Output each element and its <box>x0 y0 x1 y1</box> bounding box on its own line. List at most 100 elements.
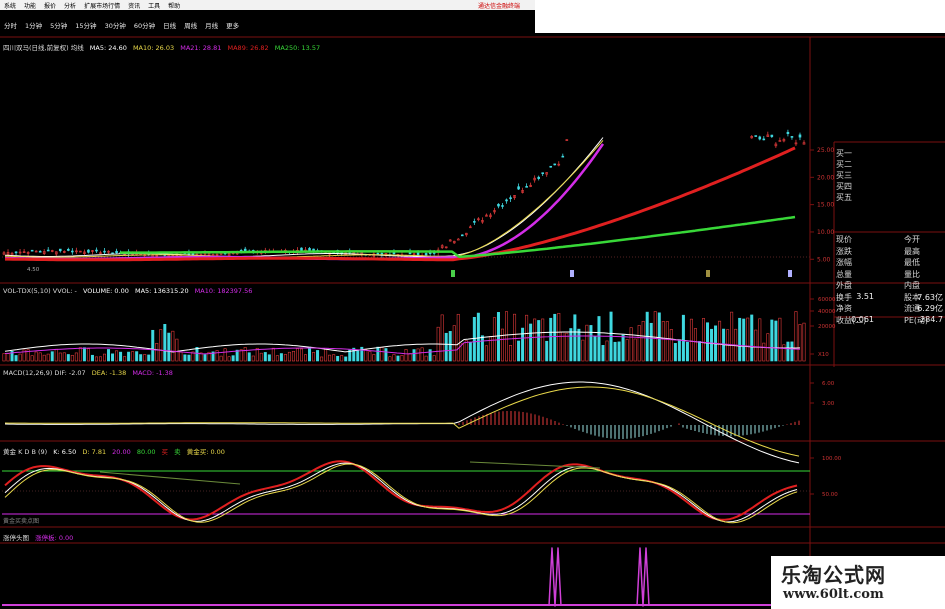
quote-value: 284.7 <box>920 314 943 324</box>
volume-bar <box>565 332 569 362</box>
volume-bar <box>706 322 710 362</box>
volume-bar <box>38 352 42 362</box>
volume-bar <box>46 353 50 362</box>
volume-bar <box>111 353 115 362</box>
candle-body <box>71 250 74 253</box>
volume-bar <box>718 320 722 362</box>
volume-bar <box>275 355 279 362</box>
volume-bar <box>444 332 448 362</box>
volume-bar <box>581 339 585 362</box>
quote-label: 今开 <box>904 235 920 244</box>
candle-body <box>58 248 62 252</box>
volume-bar <box>553 313 557 362</box>
candle-body <box>798 134 802 138</box>
volume-bar <box>689 318 693 362</box>
volume-bar <box>653 311 657 362</box>
volume-bar <box>287 351 291 362</box>
kdj-bottom-label: 黄金买卖点图 <box>3 518 40 525</box>
quote-label: 总量 <box>836 269 852 279</box>
volume-bar <box>770 319 774 362</box>
volume-bar <box>641 321 645 362</box>
volume-bar <box>693 328 697 362</box>
candle-body <box>14 251 18 254</box>
candle-body <box>87 249 90 253</box>
quote-label: 量比 <box>904 269 920 279</box>
volume-bar <box>730 311 734 362</box>
signal-title: 涨停头图 <box>3 534 29 542</box>
quote-value: 7.63亿 <box>917 292 943 302</box>
volume-bar <box>742 318 746 362</box>
volume-bar <box>472 316 476 362</box>
candle-body <box>460 234 464 237</box>
volume-bar <box>344 356 348 362</box>
volume-bar <box>625 339 629 362</box>
candle-body <box>456 238 460 241</box>
kdj-d-line <box>4 462 798 523</box>
volume-bar <box>621 334 625 362</box>
watermark: 乐淘公式网 www.60lt.com <box>771 556 945 609</box>
macd-axis-label: 3.00 <box>822 401 835 407</box>
event-marker <box>451 270 455 277</box>
quote-value: 6.29亿 <box>917 304 943 313</box>
volume-bar <box>633 338 637 362</box>
volume-bar <box>480 335 484 362</box>
volume-bar <box>545 340 549 362</box>
volume-bar <box>187 354 191 362</box>
price-axis-label: 25.00 <box>817 147 834 154</box>
volume-bar <box>243 347 247 362</box>
signal-spike <box>548 547 562 607</box>
volume-bar <box>802 322 806 362</box>
volume-bar <box>324 348 328 362</box>
volume-bar <box>665 321 669 362</box>
volume-bar <box>517 340 521 362</box>
volume-bar <box>416 348 420 362</box>
volume-bar <box>701 318 705 362</box>
candle-body <box>300 247 303 251</box>
vol-ma5: MA5: 136315.20 <box>134 287 189 295</box>
volume-bar <box>794 311 798 362</box>
volume-bar <box>30 355 34 362</box>
volume-bar <box>549 317 553 362</box>
volume-bar <box>613 341 617 362</box>
volume-bar <box>171 330 175 362</box>
volume-bar <box>428 349 432 362</box>
candle-body <box>376 253 380 255</box>
kdj-d: D: 7.81 <box>82 448 107 456</box>
volume-bar <box>400 354 404 362</box>
volume-bar <box>320 356 324 362</box>
volume-bar <box>424 355 428 362</box>
volume-bar <box>758 318 762 362</box>
candle-body <box>758 136 762 140</box>
volume-bar <box>448 331 452 362</box>
volume-bar <box>420 347 424 362</box>
volume-bar <box>617 341 621 362</box>
volume-bar <box>798 324 802 362</box>
volume-bar <box>677 339 681 362</box>
volume-bar <box>681 314 685 362</box>
volume-bar <box>657 312 661 362</box>
volume-bar <box>159 329 163 362</box>
signal-value: 涨停板: 0.00 <box>35 534 74 542</box>
volume-bar <box>279 353 283 362</box>
volume-bar <box>754 329 758 362</box>
volume-bar <box>697 341 701 362</box>
volume-bar <box>70 354 74 362</box>
quote-label: 外盘 <box>836 281 852 290</box>
volume-bar <box>255 347 259 362</box>
quote-label: 涨跌 <box>836 246 852 256</box>
volume-bar <box>649 322 653 362</box>
macd-legend: MACD(12,26,9) DIF: -2.07 DEA: -1.38 MACD… <box>3 369 173 377</box>
volume-bar <box>569 328 573 362</box>
volume-bar <box>782 344 786 362</box>
signal-spike <box>636 547 650 607</box>
volume-bar <box>251 355 255 362</box>
candle-body <box>762 138 766 141</box>
volume-bar <box>6 353 10 362</box>
price-axis-label: 20.00 <box>817 174 834 181</box>
kdj-v1: 20.00 <box>112 448 131 456</box>
volume-bar <box>86 348 90 362</box>
volume-bar <box>215 350 219 362</box>
volume-bar <box>605 340 609 362</box>
volume-bar <box>388 356 392 362</box>
candle-body <box>553 163 557 166</box>
